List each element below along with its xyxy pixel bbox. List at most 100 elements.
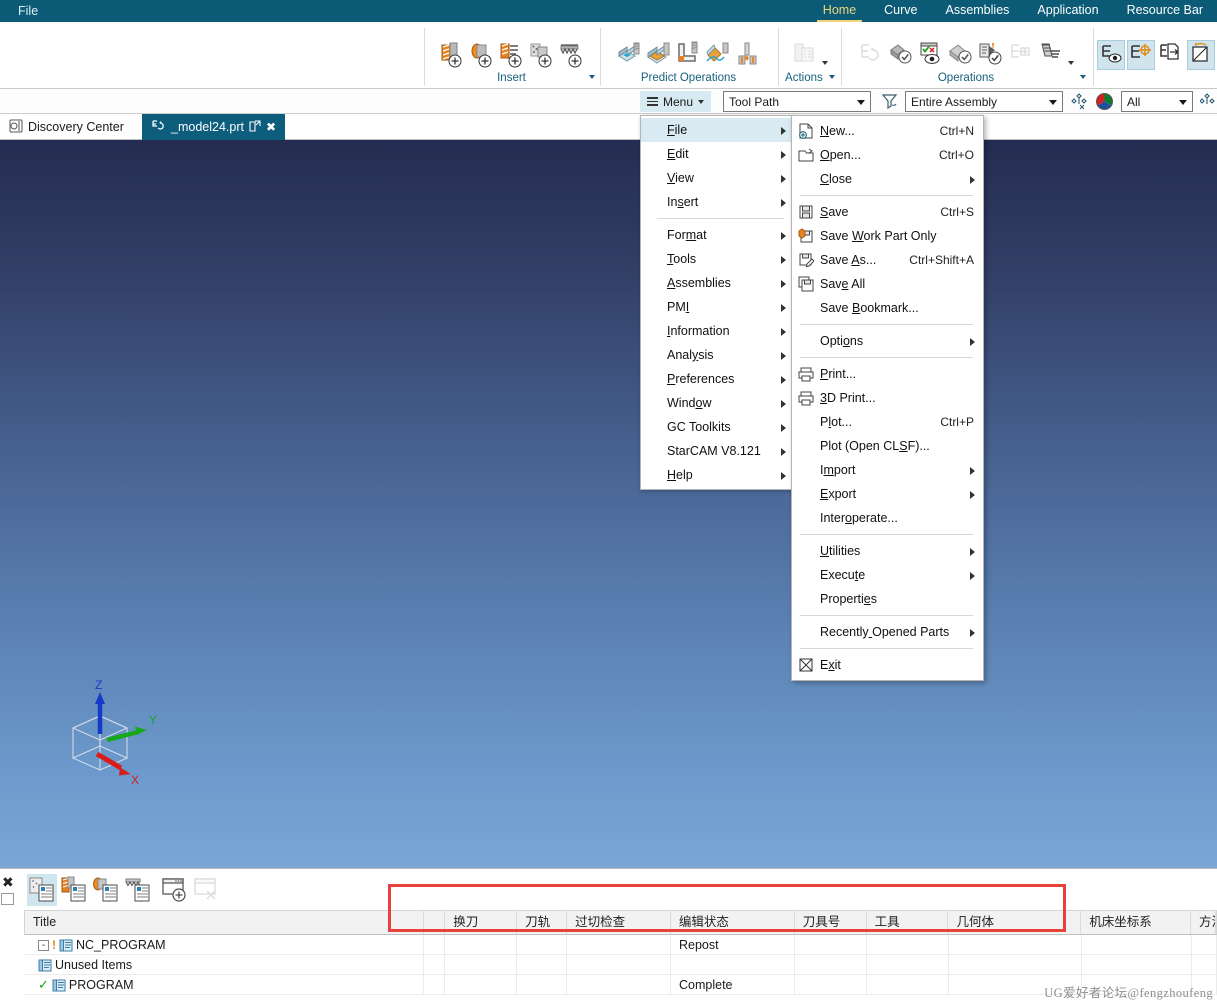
close-icon[interactable]: ✖	[2, 874, 14, 891]
create-operation-icon[interactable]	[558, 40, 586, 70]
menu-item-assemblies[interactable]: Assemblies	[641, 271, 794, 295]
menu-item-edit[interactable]: Edit	[641, 142, 794, 166]
menu-button[interactable]: Menu	[640, 91, 712, 112]
file-menu-item-utilities[interactable]: Utilities	[792, 539, 983, 563]
file-menu-item-save-work-part-only[interactable]: Save Work Part Only	[792, 224, 983, 248]
menu-item-window[interactable]: Window	[641, 391, 794, 415]
file-menu-item-import[interactable]: Import	[792, 458, 983, 482]
menu-item-analysis[interactable]: Analysis	[641, 343, 794, 367]
menu-item-pmi[interactable]: PMI	[641, 295, 794, 319]
export-toolpath-icon[interactable]	[1007, 40, 1035, 70]
graphics-viewport[interactable]: Z Y X	[0, 140, 1217, 868]
regenerate-toolpath-icon[interactable]	[857, 40, 885, 70]
chevron-down-icon[interactable]	[828, 75, 835, 79]
file-menu-item-print[interactable]: Print...	[792, 362, 983, 386]
postprocess-icon[interactable]	[977, 40, 1005, 70]
menu-item-file[interactable]: File	[641, 118, 794, 142]
menu-item-view[interactable]: View	[641, 166, 794, 190]
menu-item-format[interactable]: Format	[641, 223, 794, 247]
menu-item-insert[interactable]: Insert	[641, 190, 794, 214]
create-geometry-icon[interactable]	[528, 40, 556, 70]
toolpath-target-icon[interactable]	[1127, 40, 1155, 70]
table-column-header[interactable]: Title	[25, 911, 425, 934]
main-menu-popup[interactable]: File Edit View Insert Format Tools Assemblies P…	[640, 115, 795, 490]
pin-toggle[interactable]	[1, 893, 14, 905]
file-menu-item-save[interactable]: Save Ctrl+S	[792, 200, 983, 224]
table-row[interactable]: ✓ PROGRAM Complete	[24, 975, 1217, 995]
file-menu-item-options[interactable]: Options	[792, 329, 983, 353]
menu-item-gc-toolkits[interactable]: GC Toolkits	[641, 415, 794, 439]
predict-hole-making-icon[interactable]	[735, 40, 763, 70]
close-icon[interactable]: ✖	[266, 120, 276, 134]
transfer-toolpath-icon[interactable]	[1157, 40, 1185, 70]
file-menu-item-new[interactable]: New... Ctrl+N	[792, 119, 983, 143]
file-menu-item-properties[interactable]: Properties	[792, 587, 983, 611]
add-view-icon[interactable]	[160, 874, 190, 906]
create-program-icon[interactable]	[438, 40, 466, 70]
file-menu-button[interactable]: File	[10, 0, 46, 22]
confirm-toolpath-icon[interactable]	[947, 40, 975, 70]
table-column-header[interactable]: 换刀	[445, 911, 518, 934]
filter-icon[interactable]	[881, 92, 899, 113]
table-column-header[interactable]	[424, 911, 446, 934]
table-column-header[interactable]: 工具	[867, 911, 949, 934]
file-menu-item-save-bookmark[interactable]: Save Bookmark...	[792, 296, 983, 320]
doc-tab-model24[interactable]: _model24.prt ✖	[142, 114, 286, 140]
table-column-header[interactable]: 编辑状态	[671, 911, 795, 934]
file-menu-item-save-all[interactable]: Save All	[792, 272, 983, 296]
create-method-icon[interactable]	[498, 40, 526, 70]
simulate-toolpath-icon[interactable]	[917, 40, 945, 70]
file-menu-item-interoperate[interactable]: Interoperate...	[792, 506, 983, 530]
doc-tab-discovery-center[interactable]: Discovery Center	[0, 114, 133, 140]
table-column-header[interactable]: 几何体	[948, 911, 1082, 934]
file-menu-item-plot[interactable]: Plot... Ctrl+P	[792, 410, 983, 434]
chevron-down-icon[interactable]	[1067, 61, 1074, 65]
table-column-header[interactable]: 过切检查	[567, 911, 671, 934]
predict-planar-milling-icon[interactable]	[675, 40, 703, 70]
ribbon-tab-home[interactable]: Home	[809, 0, 870, 22]
table-row[interactable]: Unused Items	[24, 955, 1217, 975]
file-menu-item-export[interactable]: Export	[792, 482, 983, 506]
actions-list-icon[interactable]	[791, 40, 819, 70]
machining-method-view-icon[interactable]	[123, 874, 153, 906]
program-order-view-icon[interactable]	[27, 874, 57, 906]
table-column-header[interactable]: 刀具号	[795, 911, 867, 934]
display-toolpath-icon[interactable]	[1097, 40, 1125, 70]
ribbon-tab-curve[interactable]: Curve	[870, 0, 931, 22]
toolpath-type-select[interactable]: Tool Path	[723, 91, 871, 112]
chevron-down-icon[interactable]	[1080, 75, 1086, 79]
file-menu-item-close[interactable]: Close	[792, 167, 983, 191]
chevron-down-icon[interactable]	[821, 61, 828, 65]
snap-settings-icon[interactable]	[1199, 92, 1217, 113]
shop-documentation-icon[interactable]	[1037, 40, 1065, 70]
geometry-view-icon[interactable]	[91, 874, 121, 906]
file-menu-item-save-as[interactable]: Save As... Ctrl+Shift+A	[792, 248, 983, 272]
display-filter-select[interactable]: All	[1121, 91, 1193, 112]
popout-icon[interactable]	[249, 119, 261, 135]
table-row[interactable]: -! NC_PROGRAM Repost	[24, 935, 1217, 955]
assembly-scope-select[interactable]: Entire Assembly	[905, 91, 1063, 112]
ribbon-tab-resource-bar[interactable]: Resource Bar	[1113, 0, 1217, 22]
rotate-toolpath-icon[interactable]	[1187, 40, 1215, 70]
predict-cavity-milling-icon[interactable]	[645, 40, 673, 70]
create-tool-icon[interactable]	[468, 40, 496, 70]
color-wheel-icon[interactable]	[1096, 93, 1113, 113]
file-menu-item-plot-open-clsf[interactable]: Plot (Open CLSF)...	[792, 434, 983, 458]
table-column-header[interactable]: 刀轨	[517, 911, 568, 934]
table-column-header[interactable]: 机床坐标系	[1081, 911, 1192, 934]
tree-expander[interactable]: -	[38, 939, 49, 951]
menu-item-tools[interactable]: Tools	[641, 247, 794, 271]
snap-point-icon[interactable]	[1071, 92, 1090, 114]
menu-item-preferences[interactable]: Preferences	[641, 367, 794, 391]
machine-tool-view-icon[interactable]	[59, 874, 89, 906]
chevron-down-icon[interactable]	[589, 75, 595, 79]
menu-item-starcam-v8-121[interactable]: StarCAM V8.121	[641, 439, 794, 463]
menu-item-information[interactable]: Information	[641, 319, 794, 343]
file-menu-item-exit[interactable]: Exit	[792, 653, 983, 677]
menu-item-help[interactable]: Help	[641, 463, 794, 487]
file-menu-item-3d-print[interactable]: 3D Print...	[792, 386, 983, 410]
file-menu-item-recently-opened-parts[interactable]: Recently Opened Parts	[792, 620, 983, 644]
ribbon-tab-application[interactable]: Application	[1023, 0, 1112, 22]
table-column-header[interactable]: 方法	[1191, 911, 1216, 934]
ribbon-tab-assemblies[interactable]: Assemblies	[931, 0, 1023, 22]
